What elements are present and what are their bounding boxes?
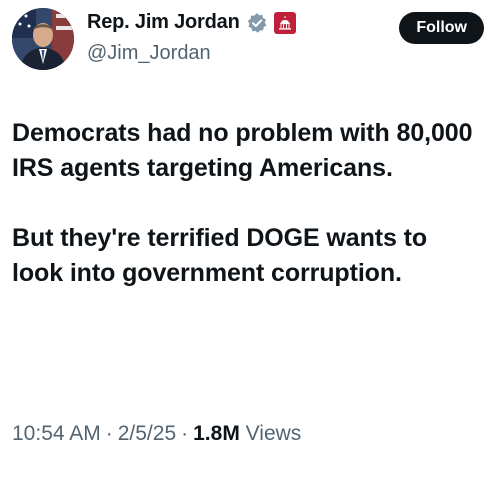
display-name[interactable]: Rep. Jim Jordan xyxy=(87,11,240,34)
tweet-header: Rep. Jim Jordan @Jim_Jordan Follow xyxy=(12,8,488,72)
verified-badge-icon[interactable] xyxy=(246,12,268,34)
tweet-time[interactable]: 10:54 AM xyxy=(12,422,101,446)
follow-button[interactable]: Follow xyxy=(399,12,484,44)
tweet-meta: 10:54 AM · 2/5/25 · 1.8M Views xyxy=(12,422,301,446)
tweet-date[interactable]: 2/5/25 xyxy=(118,422,176,446)
tweet-paragraph: Democrats had no problem with 80,000 IRS… xyxy=(12,119,473,182)
us-capitol-badge-icon[interactable] xyxy=(273,11,296,34)
profile-photo xyxy=(12,8,74,70)
meta-separator: · xyxy=(105,422,113,445)
meta-separator: · xyxy=(181,422,189,445)
views-count[interactable]: 1.8M xyxy=(193,422,240,446)
name-row: Rep. Jim Jordan xyxy=(87,11,296,34)
tweet-paragraph: But they're terrified DOGE wants to look… xyxy=(12,224,428,287)
views-label[interactable]: Views xyxy=(246,422,302,446)
tweet-text: Democrats had no problem with 80,000 IRS… xyxy=(12,116,482,291)
handle[interactable]: @Jim_Jordan xyxy=(87,42,211,65)
avatar[interactable] xyxy=(12,8,74,70)
